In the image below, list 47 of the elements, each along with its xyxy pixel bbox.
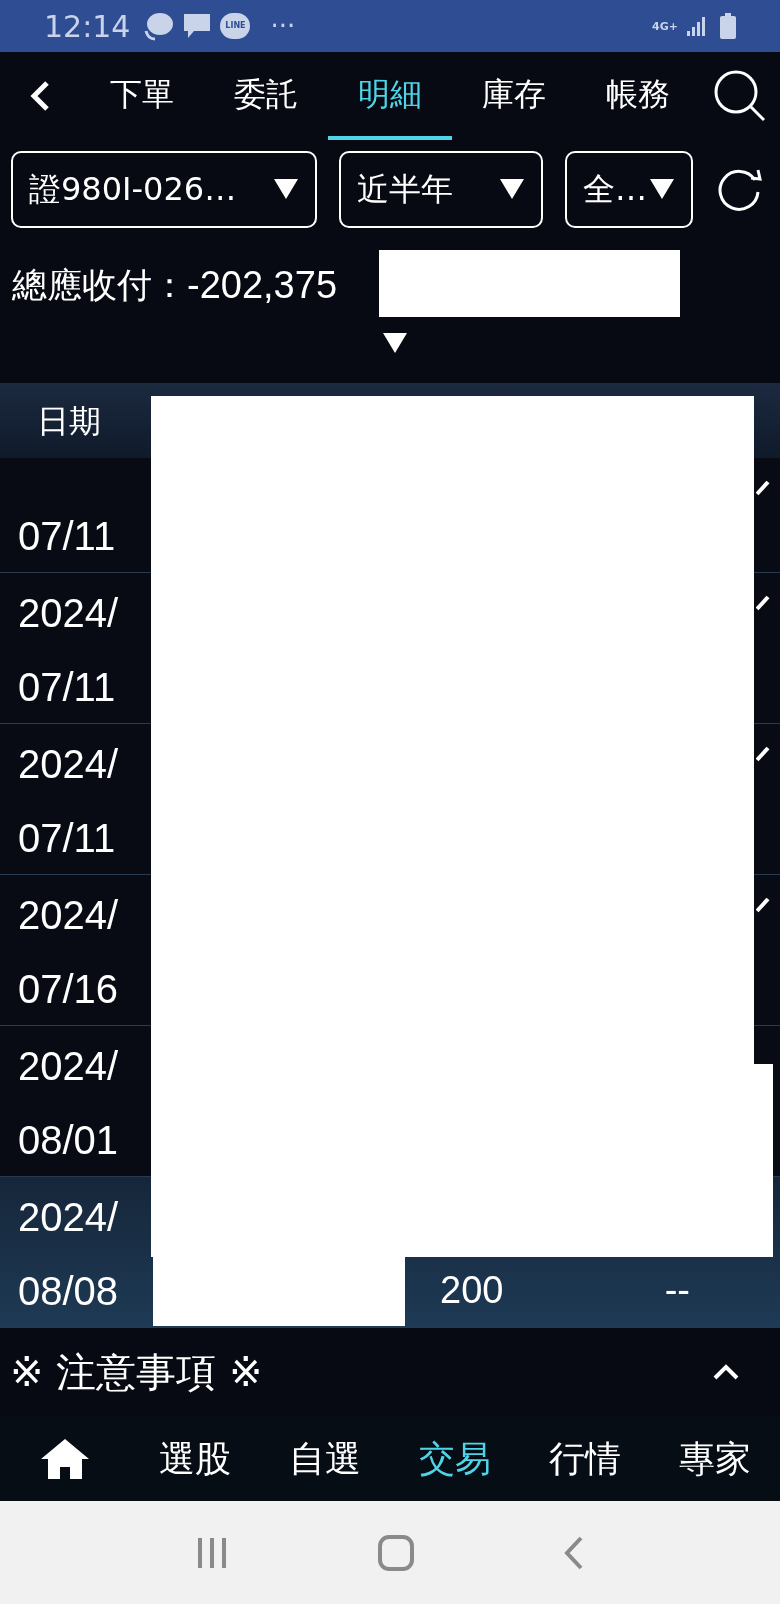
filter-dropdown[interactable]: 近半年	[339, 150, 543, 228]
nav-tab[interactable]: 行情	[520, 1416, 650, 1501]
nav-tab[interactable]: 選股	[130, 1416, 260, 1501]
table-cell-text: 200	[440, 1268, 504, 1313]
search-icon	[713, 69, 767, 123]
tab[interactable]: 明細	[328, 52, 452, 140]
column-header: 日期	[37, 400, 101, 442]
back-icon	[29, 80, 51, 112]
tab[interactable]: 帳務	[576, 52, 700, 140]
home-nav-icon[interactable]	[378, 1534, 414, 1571]
date-text: 08/08	[18, 1269, 120, 1313]
expand-arrow-icon[interactable]	[382, 332, 408, 354]
tab[interactable]: 庫存	[452, 52, 576, 140]
dropdown-arrow-icon	[649, 178, 675, 200]
tab[interactable]: 委託	[204, 52, 328, 140]
signal-icon	[686, 15, 708, 37]
notice-title: ※ 注意事項 ※	[10, 1348, 263, 1397]
date-text: 07/11	[18, 816, 117, 860]
total-receivable-value: -202,375	[187, 262, 337, 308]
network-type: 4G+	[652, 20, 678, 32]
date-text: 08/01	[18, 1118, 120, 1162]
battery-icon	[720, 13, 736, 39]
date-text: 2024/	[18, 742, 120, 786]
chat-bubble-icon	[142, 11, 175, 41]
home-icon	[39, 1436, 91, 1481]
filter-dropdown[interactable]: 證980I-026…	[11, 150, 317, 228]
date-text: 07/11	[18, 665, 117, 709]
dropdown-arrow-icon	[499, 178, 525, 200]
nav-tab[interactable]: 自選	[260, 1416, 390, 1501]
collapse-caret-icon[interactable]	[712, 1363, 740, 1381]
filter-dropdown[interactable]: 全…	[565, 150, 693, 228]
clock: 12:14	[44, 7, 131, 46]
total-receivable-label: 總應收付：	[12, 263, 187, 307]
date-text: 2024/	[18, 591, 120, 635]
line-app-icon: LINE	[220, 13, 251, 39]
date-text: 2024/	[18, 893, 120, 937]
date-text: 2024/	[18, 1044, 120, 1088]
date-text: 07/11	[18, 514, 117, 558]
dropdown-arrow-icon	[273, 178, 299, 200]
date-text: 07/16	[18, 967, 120, 1011]
tab[interactable]: 下單	[80, 52, 204, 140]
nav-tab[interactable]: 專家	[650, 1416, 780, 1501]
message-icon	[182, 12, 213, 40]
table-cell-text: --	[664, 1268, 690, 1313]
date-text: 2024/	[18, 1195, 120, 1239]
more-notifications: ···	[270, 9, 296, 43]
nav-tab[interactable]: 交易	[390, 1416, 520, 1501]
